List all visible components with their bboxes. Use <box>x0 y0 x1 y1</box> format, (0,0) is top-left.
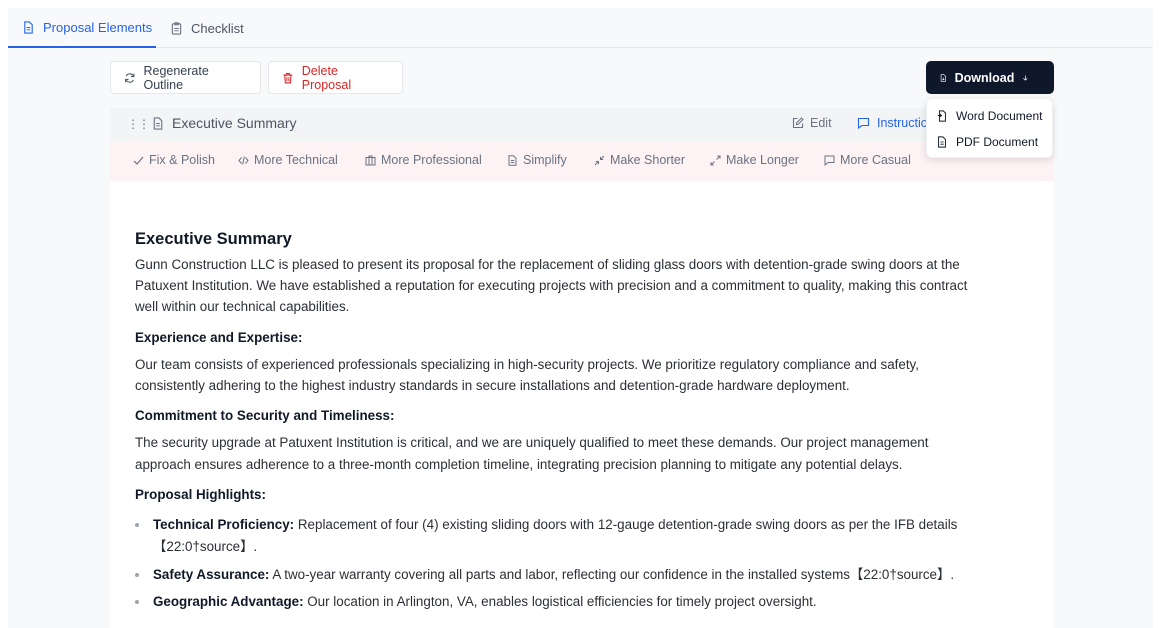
more-technical-button[interactable]: More Technical <box>238 153 338 167</box>
menu-item-pdf-document[interactable]: PDF Document <box>936 131 1038 153</box>
section-header: ⋮⋮ Executive Summary Edit Instructio <box>110 108 1054 140</box>
tab-label: Checklist <box>191 20 244 36</box>
regenerate-outline-button[interactable]: Regenerate Outline <box>110 61 261 94</box>
document-icon <box>508 154 517 166</box>
download-menu: Word Document PDF Document <box>926 98 1053 158</box>
bullet-icon <box>135 573 139 577</box>
subheading-experience: Experience and Expertise: <box>135 330 303 345</box>
action-label: Make Longer <box>726 153 799 167</box>
file-download-icon <box>940 73 946 82</box>
tab-checklist[interactable]: Checklist <box>170 8 244 48</box>
trash-icon <box>283 72 293 83</box>
list-item-continuation: 【22:0†source】. <box>153 539 258 554</box>
action-label: More Professional <box>381 153 482 167</box>
arrow-down-icon <box>1023 75 1028 81</box>
subheading-commitment: Commitment to Security and Timeliness: <box>135 408 395 423</box>
download-button[interactable]: Download <box>926 61 1054 94</box>
subheading-highlights: Proposal Highlights: <box>135 487 266 502</box>
tab-label: Proposal Elements <box>43 19 153 35</box>
action-label: Simplify <box>523 153 567 167</box>
section-title-text: Executive Summary <box>172 115 297 131</box>
section-title: Executive Summary <box>152 115 296 131</box>
list-item: Safety Assurance: A two-year warranty co… <box>153 564 1023 586</box>
simplify-button[interactable]: Simplify <box>507 153 567 167</box>
highlight-text: Our location in Arlington, VA, enables l… <box>303 594 817 609</box>
chat-icon <box>824 155 835 166</box>
check-icon <box>133 156 144 165</box>
paragraph-line: The security upgrade at Patuxent Institu… <box>135 435 929 450</box>
paragraph-line: approach ensures adherence to a three-mo… <box>135 457 903 472</box>
bullet-icon <box>135 600 139 604</box>
edit-icon <box>792 117 804 129</box>
document-icon <box>153 116 163 130</box>
menu-item-label: Word Document <box>956 109 1043 123</box>
refresh-icon <box>125 72 135 83</box>
delete-proposal-label: Delete Proposal <box>301 63 352 92</box>
action-label: Fix & Polish <box>149 153 215 167</box>
highlight-text: Replacement of four (4) existing sliding… <box>294 517 958 532</box>
delete-proposal-button[interactable]: Delete Proposal <box>268 61 403 94</box>
message-icon <box>857 117 870 129</box>
bullet-icon <box>135 523 139 527</box>
highlight-text: A two-year warranty covering all parts a… <box>269 567 955 582</box>
more-professional-button[interactable]: More Professional <box>365 153 482 167</box>
highlight-label: Safety Assurance: <box>153 567 270 582</box>
clipboard-icon <box>171 21 182 35</box>
app-frame: Proposal Elements Checklist Regenerate O… <box>8 8 1153 628</box>
regenerate-outline-label: Regenerate Outline <box>143 63 209 92</box>
instructions-label: Instructio <box>877 116 928 130</box>
shrink-icon <box>594 155 605 165</box>
document-icon <box>24 20 33 34</box>
drag-handle-icon[interactable]: ⋮⋮ <box>127 117 150 131</box>
code-icon <box>238 155 249 165</box>
word-file-icon <box>937 110 946 122</box>
paragraph-line: consistently adhering to the highest ind… <box>135 378 850 393</box>
edit-label: Edit <box>810 116 832 130</box>
action-label: More Casual <box>840 153 911 167</box>
tab-bar: Proposal Elements Checklist <box>8 8 1153 48</box>
tab-proposal-elements[interactable]: Proposal Elements <box>8 8 156 48</box>
menu-item-word-document[interactable]: Word Document <box>936 105 1042 127</box>
paragraph-line: Gunn Construction LLC is pleased to pres… <box>135 257 960 272</box>
expand-icon <box>710 155 721 165</box>
paragraph-line: Patuxent Institution. We have establishe… <box>135 278 968 293</box>
action-label: Make Shorter <box>610 153 686 167</box>
action-label: More Technical <box>254 153 338 167</box>
section-content[interactable]: Executive Summary Gunn Construction LLC … <box>110 181 1054 628</box>
download-label: Download <box>954 70 1015 85</box>
paragraph-line: well within our technical capabilities. <box>135 299 350 314</box>
menu-item-label: PDF Document <box>956 135 1039 149</box>
building-icon <box>365 155 376 165</box>
list-item: Technical Proficiency: Replacement of fo… <box>153 514 1023 536</box>
make-shorter-button[interactable]: Make Shorter <box>594 153 685 167</box>
pdf-file-icon <box>938 136 946 148</box>
highlight-label: Geographic Advantage: <box>153 594 304 609</box>
paragraph-line: Our team consists of experienced profess… <box>135 357 919 372</box>
make-longer-button[interactable]: Make Longer <box>710 153 799 167</box>
rewrite-actions-toolbar: Fix & Polish More Technical More Profess… <box>110 141 1054 181</box>
list-item: Geographic Advantage: Our location in Ar… <box>153 591 1023 613</box>
highlight-label: Technical Proficiency: <box>153 517 295 532</box>
edit-button[interactable]: Edit <box>792 116 832 130</box>
fix-polish-button[interactable]: Fix & Polish <box>133 153 215 167</box>
content-heading: Executive Summary <box>135 230 292 248</box>
instructions-button[interactable]: Instructio <box>857 116 928 130</box>
more-casual-button[interactable]: More Casual <box>824 153 911 167</box>
